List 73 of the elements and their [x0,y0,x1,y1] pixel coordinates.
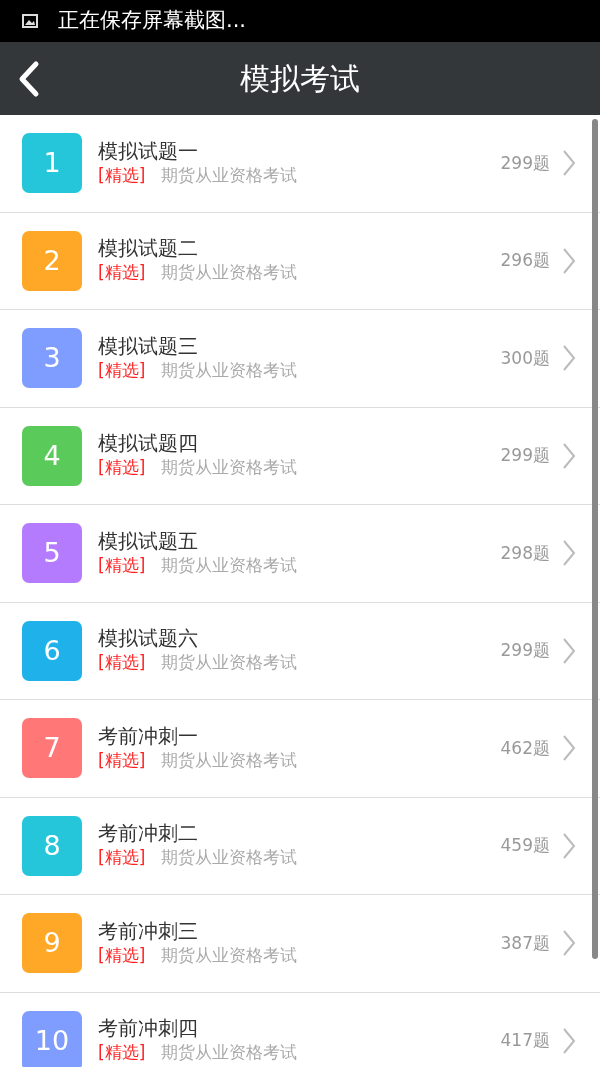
number-badge: 6 [22,620,82,681]
number-badge: 1 [22,133,82,194]
image-icon [22,14,38,28]
chevron-right-icon [562,149,576,178]
question-count: 299题 [500,444,550,467]
exam-list-item[interactable]: 3 模拟试题三 [精选] 期货从业资格考试 300题 [0,310,600,408]
exam-title: 模拟试题五 [98,528,199,553]
number-badge: 8 [22,815,82,876]
exam-subtitle: 期货从业资格考试 [161,651,298,674]
question-count: 462题 [500,736,550,760]
question-count: 298题 [500,541,550,565]
exam-title: 模拟试题四 [98,431,199,455]
exam-title: 模拟试题六 [98,626,199,650]
number-badge: 7 [22,718,82,779]
notification-text: 正在保存屏幕截图... [58,7,247,35]
exam-title: 模拟试题一 [98,138,199,163]
exam-list-item[interactable]: 10 考前冲刺四 [精选] 期货从业资格考试 417题 [0,992,600,1067]
exam-subtitle: 期货从业资格考试 [161,943,298,967]
exam-title: 考前冲刺四 [98,1016,199,1040]
number-badge: 5 [22,523,82,584]
chevron-right-icon [562,539,576,568]
question-count: 300题 [500,346,550,370]
question-count: 299题 [500,639,550,662]
exam-list-item[interactable]: 7 考前冲刺一 [精选] 期货从业资格考试 462题 [0,700,600,798]
exam-title: 考前冲刺一 [98,723,199,748]
exam-list-item[interactable]: 1 模拟试题一 [精选] 期货从业资格考试 299题 [0,115,600,213]
exam-subtitle: 期货从业资格考试 [161,748,298,772]
featured-tag: [精选] [98,455,146,481]
number-badge: 9 [22,913,82,974]
chevron-right-icon [562,929,576,958]
chevron-right-icon [562,831,576,860]
number-badge: 2 [22,230,82,291]
featured-tag: [精选] [98,552,146,578]
exam-subtitle: 期货从业资格考试 [161,261,298,284]
chevron-right-icon [562,344,576,373]
featured-tag: [精选] [98,650,146,676]
featured-tag: [精选] [98,260,146,286]
exam-title: 考前冲刺二 [98,821,199,845]
question-count: 417题 [500,1029,550,1052]
exam-subtitle: 期货从业资格考试 [161,163,298,187]
featured-tag: [精选] [98,747,146,773]
exam-subtitle: 期货从业资格考试 [161,358,298,382]
exam-list-item[interactable]: 2 模拟试题二 [精选] 期货从业资格考试 296题 [0,212,600,310]
exam-title: 模拟试题二 [98,236,199,260]
number-badge: 4 [22,425,82,486]
featured-tag: [精选] [98,357,146,383]
exam-title: 考前冲刺三 [98,918,199,943]
chevron-right-icon [562,734,576,763]
exam-subtitle: 期货从业资格考试 [161,846,298,869]
exam-list-item[interactable]: 9 考前冲刺三 [精选] 期货从业资格考试 387题 [0,895,600,993]
exam-list-item[interactable]: 5 模拟试题五 [精选] 期货从业资格考试 298题 [0,505,600,603]
chevron-right-icon [562,636,576,665]
exam-list-item[interactable]: 8 考前冲刺二 [精选] 期货从业资格考试 459题 [0,797,600,895]
exam-title: 模拟试题三 [98,333,199,358]
chevron-right-icon [562,441,576,470]
chevron-right-icon [562,1026,576,1055]
exam-list-item[interactable]: 4 模拟试题四 [精选] 期货从业资格考试 299题 [0,407,600,505]
featured-tag: [精选] [98,845,146,871]
question-count: 387题 [500,931,550,955]
exam-subtitle: 期货从业资格考试 [161,1041,298,1064]
question-count: 299题 [500,151,550,175]
question-count: 459题 [500,834,550,857]
question-count: 296题 [500,249,550,272]
exam-subtitle: 期货从业资格考试 [161,553,298,577]
featured-tag: [精选] [98,1040,146,1066]
exam-subtitle: 期货从业资格考试 [161,456,298,479]
featured-tag: [精选] [98,162,146,188]
featured-tag: [精选] [98,942,146,968]
number-badge: 3 [22,328,82,389]
page-title: 模拟考试 [240,60,360,98]
number-badge: 10 [22,1010,82,1067]
exam-list-item[interactable]: 6 模拟试题六 [精选] 期货从业资格考试 299题 [0,602,600,700]
chevron-right-icon [562,246,576,275]
